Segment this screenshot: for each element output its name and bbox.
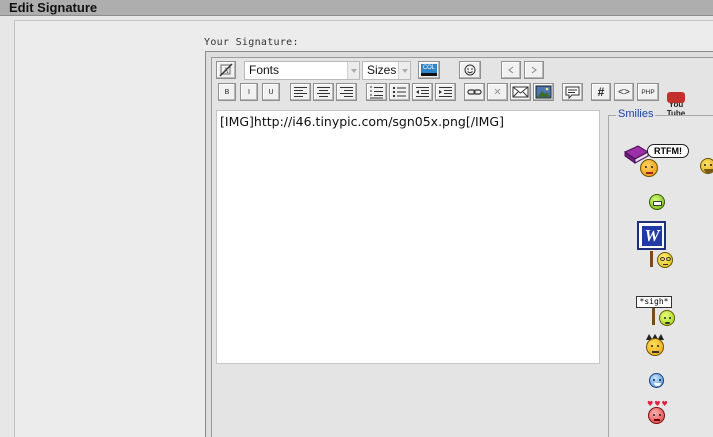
size-select-value: Sizes bbox=[367, 63, 397, 77]
underline-button[interactable]: U bbox=[262, 83, 280, 101]
smilies-legend: Smilies bbox=[616, 108, 656, 120]
image-icon bbox=[535, 85, 552, 99]
mad-face-icon bbox=[646, 338, 664, 356]
smiley-sigh[interactable]: *sigh* bbox=[636, 293, 678, 327]
page-title: Edit Signature bbox=[9, 0, 98, 15]
italic-icon: I bbox=[248, 88, 250, 96]
increase-indent-icon bbox=[439, 87, 452, 97]
bearded-face-icon bbox=[700, 158, 713, 174]
smiley-button[interactable] bbox=[459, 61, 481, 79]
youtube-tube-badge bbox=[667, 92, 685, 103]
cold-face-icon bbox=[649, 373, 664, 388]
svg-text:A: A bbox=[223, 66, 229, 75]
remove-format-button[interactable]: A bbox=[216, 61, 236, 79]
smiley-love[interactable]: ♥♥♥ bbox=[645, 400, 669, 426]
sign-pole bbox=[652, 308, 655, 325]
grin-face-icon bbox=[649, 194, 665, 210]
ordered-list-icon bbox=[370, 86, 383, 99]
link-button[interactable] bbox=[464, 83, 485, 101]
size-select[interactable]: Sizes bbox=[362, 61, 411, 80]
smiley-word[interactable]: W bbox=[637, 220, 677, 270]
signature-textarea[interactable]: [IMG]http://i46.tinypic.com/sgn05x.png[/… bbox=[216, 110, 600, 364]
smiley-blue[interactable] bbox=[649, 373, 665, 389]
font-select-value: Fonts bbox=[249, 63, 280, 77]
email-button[interactable] bbox=[510, 83, 531, 101]
underline-icon: U bbox=[268, 88, 274, 96]
smiley-beard[interactable] bbox=[700, 158, 713, 176]
color-button[interactable]: COL bbox=[418, 61, 440, 79]
window-titlebar: Edit Signature bbox=[0, 0, 713, 16]
code-button[interactable]: <> bbox=[614, 83, 634, 101]
bold-button[interactable]: B bbox=[218, 83, 236, 101]
smiley-mad[interactable] bbox=[644, 334, 670, 358]
indent-button[interactable] bbox=[435, 83, 456, 101]
align-center-icon bbox=[317, 87, 330, 97]
php-button[interactable]: PHP bbox=[637, 83, 659, 101]
align-left-icon bbox=[294, 87, 307, 97]
code-icon: <> bbox=[618, 86, 630, 98]
outdent-button[interactable] bbox=[412, 83, 433, 101]
rtl-button[interactable] bbox=[524, 61, 544, 79]
chevron-down-icon bbox=[398, 62, 410, 79]
word-sign-icon: W bbox=[637, 221, 666, 250]
unordered-list-icon bbox=[393, 87, 406, 97]
image-button[interactable] bbox=[533, 83, 554, 101]
sigh-face-icon bbox=[659, 310, 675, 326]
align-right-icon bbox=[340, 87, 353, 97]
indent-icon bbox=[508, 66, 514, 74]
sigh-sign: *sigh* bbox=[636, 296, 672, 308]
link-icon bbox=[467, 89, 482, 95]
bold-icon: B bbox=[224, 88, 230, 96]
align-left-button[interactable] bbox=[290, 83, 311, 101]
unlink-icon bbox=[494, 88, 501, 95]
font-select[interactable]: Fonts bbox=[244, 61, 360, 80]
php-icon: PHP bbox=[641, 88, 655, 96]
sign-pole bbox=[650, 251, 653, 267]
chevron-down-icon bbox=[347, 62, 359, 79]
rtfm-speech-bubble: RTFM! bbox=[647, 144, 689, 158]
decrease-indent-icon bbox=[416, 87, 429, 97]
unlink-button[interactable] bbox=[487, 83, 508, 101]
smiley-rtfm[interactable]: RTFM! bbox=[622, 142, 692, 178]
quote-icon bbox=[565, 86, 580, 100]
hash-icon: # bbox=[597, 85, 605, 99]
hash-button[interactable]: # bbox=[591, 83, 611, 101]
signature-label: Your Signature: bbox=[204, 37, 299, 48]
smiley-grin[interactable] bbox=[649, 194, 665, 210]
align-center-button[interactable] bbox=[313, 83, 334, 101]
align-right-button[interactable] bbox=[336, 83, 357, 101]
color-swatch-icon: COL bbox=[421, 64, 437, 76]
word-letter: W bbox=[642, 226, 662, 246]
remove-format-icon: A bbox=[219, 63, 233, 77]
email-icon bbox=[512, 86, 529, 98]
ordered-list-button[interactable] bbox=[366, 83, 387, 101]
blush-face-icon bbox=[648, 407, 665, 424]
angry-face-icon bbox=[640, 159, 658, 177]
smiley-icon bbox=[464, 64, 476, 76]
youtube-button[interactable]: You Tube bbox=[666, 82, 686, 118]
outdent-icon bbox=[531, 66, 537, 74]
ltr-button[interactable] bbox=[501, 61, 521, 79]
italic-button[interactable]: I bbox=[240, 83, 258, 101]
unordered-list-button[interactable] bbox=[389, 83, 410, 101]
quote-button[interactable] bbox=[562, 83, 583, 101]
nerd-face-icon bbox=[657, 252, 673, 268]
